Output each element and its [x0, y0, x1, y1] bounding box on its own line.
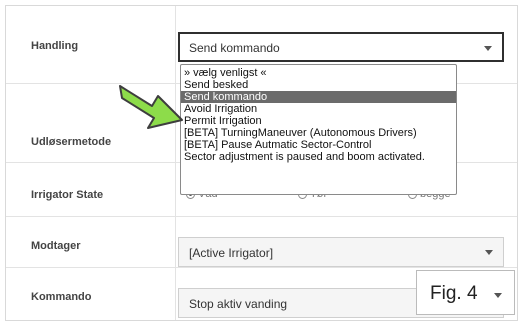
dropdown-option[interactable]: Permit Irrigation	[181, 115, 456, 127]
handling-select[interactable]: Send kommando	[178, 32, 504, 62]
dropdown-option[interactable]: » vælg venligst «	[181, 67, 456, 79]
modtager-label: Modtager	[31, 240, 81, 252]
row-divider	[6, 216, 517, 217]
handling-select-value: Send kommando	[189, 41, 280, 55]
dropdown-option[interactable]: [BETA] Pause Autmatic Sector-Control	[181, 139, 456, 151]
dropdown-option[interactable]: [BETA] TurningManeuver (Autonomous Drive…	[181, 127, 456, 139]
modtager-select[interactable]: [Active Irrigator]	[178, 237, 504, 267]
column-divider	[175, 6, 176, 320]
figure-label-box: Fig. 4	[416, 270, 515, 315]
chevron-down-icon	[485, 250, 493, 255]
handling-label: Handling	[31, 40, 79, 52]
figure-label: Fig. 4	[430, 283, 478, 304]
modtager-select-value: [Active Irrigator]	[189, 246, 274, 260]
chevron-down-icon	[494, 293, 502, 298]
row-divider	[6, 267, 517, 268]
kommando-label: Kommando	[31, 291, 92, 303]
kommando-select-value: Stop aktiv vanding	[189, 297, 288, 311]
handling-dropdown-list[interactable]: » vælg venligst « Send besked Send komma…	[180, 64, 457, 195]
dropdown-option[interactable]: Sector adjustment is paused and boom act…	[181, 151, 456, 163]
dropdown-option[interactable]: Avoid Irrigation	[181, 103, 456, 115]
pointer-arrow-shape	[119, 85, 183, 129]
dropdown-option[interactable]: Send besked	[181, 79, 456, 91]
chevron-down-icon	[484, 46, 492, 51]
dropdown-option-selected[interactable]: Send kommando	[181, 91, 456, 103]
udlosermetode-label: Udløsermetode	[31, 136, 112, 148]
irrigator-state-label: Irrigator State	[31, 189, 104, 201]
pointer-arrow-icon	[119, 85, 183, 129]
